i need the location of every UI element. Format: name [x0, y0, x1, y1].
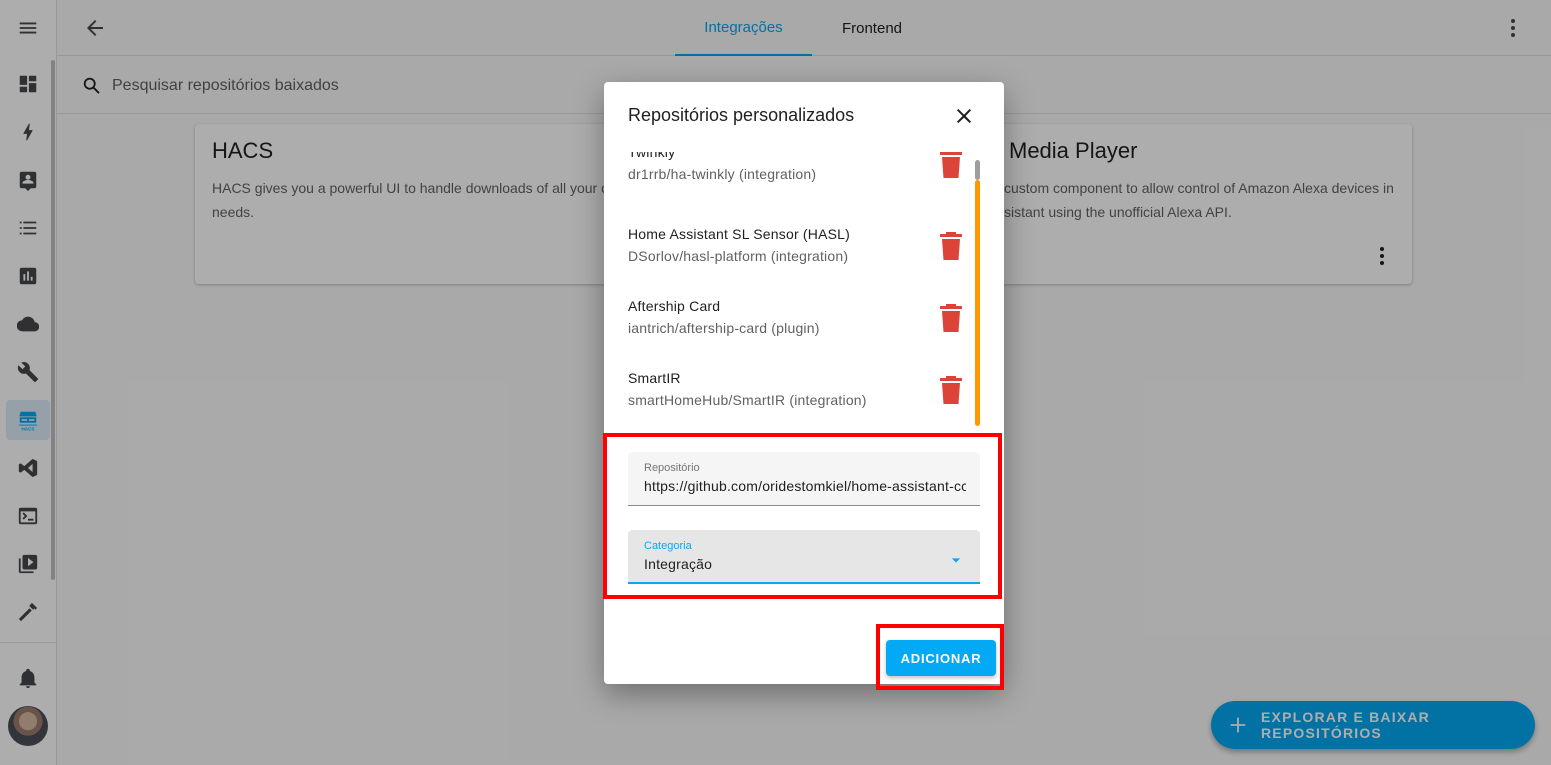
repo-path: iantrich/aftership-card (plugin) — [628, 320, 820, 336]
repo-name: Aftership Card — [628, 298, 721, 314]
list-scrollbar[interactable] — [975, 180, 980, 426]
delete-icon[interactable] — [939, 231, 963, 261]
repo-name: SmartIR — [628, 370, 681, 386]
list-item: Twinkly dr1rrb/ha-twinkly (integration) — [604, 152, 984, 202]
repo-path: DSorlov/hasl-platform (integration) — [628, 248, 849, 264]
delete-icon[interactable] — [939, 375, 963, 405]
repo-name: Twinkly — [628, 152, 676, 160]
highlight-box-add-button — [876, 624, 1004, 690]
highlight-box-fields — [603, 433, 1002, 599]
delete-icon[interactable] — [939, 303, 963, 333]
dialog-title: Repositórios personalizados — [628, 105, 855, 125]
list-item: Aftership Card iantrich/aftership-card (… — [604, 296, 984, 356]
repository-list: Twinkly dr1rrb/ha-twinkly (integration) … — [604, 152, 1004, 426]
list-item: SmartIR smartHomeHub/SmartIR (integratio… — [604, 368, 984, 426]
close-icon[interactable] — [952, 104, 976, 128]
delete-icon[interactable] — [939, 152, 963, 179]
list-scrollbar-thumb[interactable] — [975, 160, 980, 180]
repo-path: dr1rrb/ha-twinkly (integration) — [628, 166, 817, 182]
list-item: Home Assistant SL Sensor (HASL) DSorlov/… — [604, 224, 984, 284]
repo-path: smartHomeHub/SmartIR (integration) — [628, 392, 867, 408]
repo-name: Home Assistant SL Sensor (HASL) — [628, 226, 850, 242]
